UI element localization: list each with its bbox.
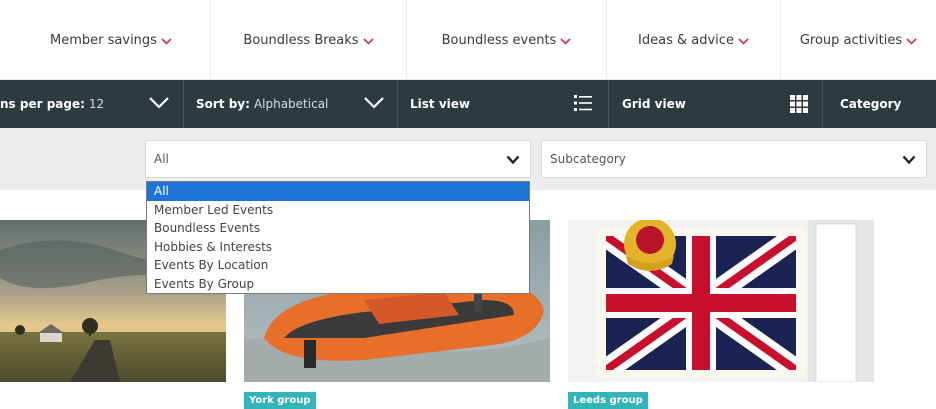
nav-item-label: Ideas & advice [638,32,734,48]
nav-item-group-activities[interactable]: Group activities [780,0,936,80]
category-select-value: All [154,152,169,166]
toolbar-divider [183,80,184,128]
nav-item-label: Group activities [799,32,903,48]
grid-view-label: Grid view [622,97,686,111]
items-per-page-label: ns per page: [0,97,85,111]
chevron-down-icon[interactable] [148,96,170,113]
chevron-down-icon [902,154,916,168]
category-select[interactable]: All [145,140,531,178]
grid-view-button[interactable]: Grid view [622,80,690,128]
nav-item-label: Boundless Breaks [243,32,359,48]
chevron-down-icon [738,37,749,45]
dropdown-option-hobbies-interests[interactable]: Hobbies & Interests [147,238,529,257]
list-view-label: List view [410,97,470,111]
grid-view-icon[interactable] [790,95,808,116]
nav-item-label: Boundless events [441,32,557,48]
toolbar-divider [822,80,823,128]
top-navigation: Member savings Boundless Breaks Boundles… [0,0,936,80]
nav-item-ideas-advice[interactable]: Ideas & advice [606,0,780,80]
dropdown-option-events-by-group[interactable]: Events By Group [147,275,529,294]
event-card-image-cake[interactable] [568,220,874,382]
chevron-down-icon [161,37,172,45]
listing-toolbar: ns per page: 12 Sort by: Alphabetical Li… [0,80,936,128]
chevron-down-icon [362,37,374,45]
toolbar-divider [397,80,398,128]
dropdown-option-events-by-location[interactable]: Events By Location [147,256,529,275]
sort-by-value: Alphabetical [253,97,329,111]
dropdown-option-boundless-events[interactable]: Boundless Events [147,219,529,238]
category-dropdown-list: All Member Led Events Boundless Events H… [146,181,530,294]
list-view-icon[interactable] [574,94,592,115]
chevron-down-icon [906,37,917,45]
category-label: Category [840,97,902,111]
category-control[interactable]: Category [840,80,905,128]
nav-item-boundless-breaks[interactable]: Boundless Breaks [210,0,406,80]
nav-item-label: Member savings [50,32,157,48]
group-tag: York group [244,392,316,409]
group-tag: Leeds group [568,392,648,409]
chevron-down-icon[interactable] [363,96,385,113]
toolbar-divider [608,80,609,128]
items-per-page-control[interactable]: ns per page: 12 [0,80,104,128]
chevron-down-icon [506,154,520,168]
items-per-page-value: 12 [88,97,105,111]
dropdown-option-member-led-events[interactable]: Member Led Events [147,201,529,220]
nav-item-boundless-events[interactable]: Boundless events [406,0,606,80]
subcategory-select-value: Subcategory [550,152,626,166]
sort-by-label: Sort by: [196,97,250,111]
dropdown-option-all[interactable]: All [147,182,529,201]
chevron-down-icon [560,37,571,45]
sort-by-control[interactable]: Sort by: Alphabetical [196,80,328,128]
list-view-button[interactable]: List view [410,80,474,128]
subcategory-select[interactable]: Subcategory [541,140,927,178]
nav-item-member-savings[interactable]: Member savings [12,0,210,80]
